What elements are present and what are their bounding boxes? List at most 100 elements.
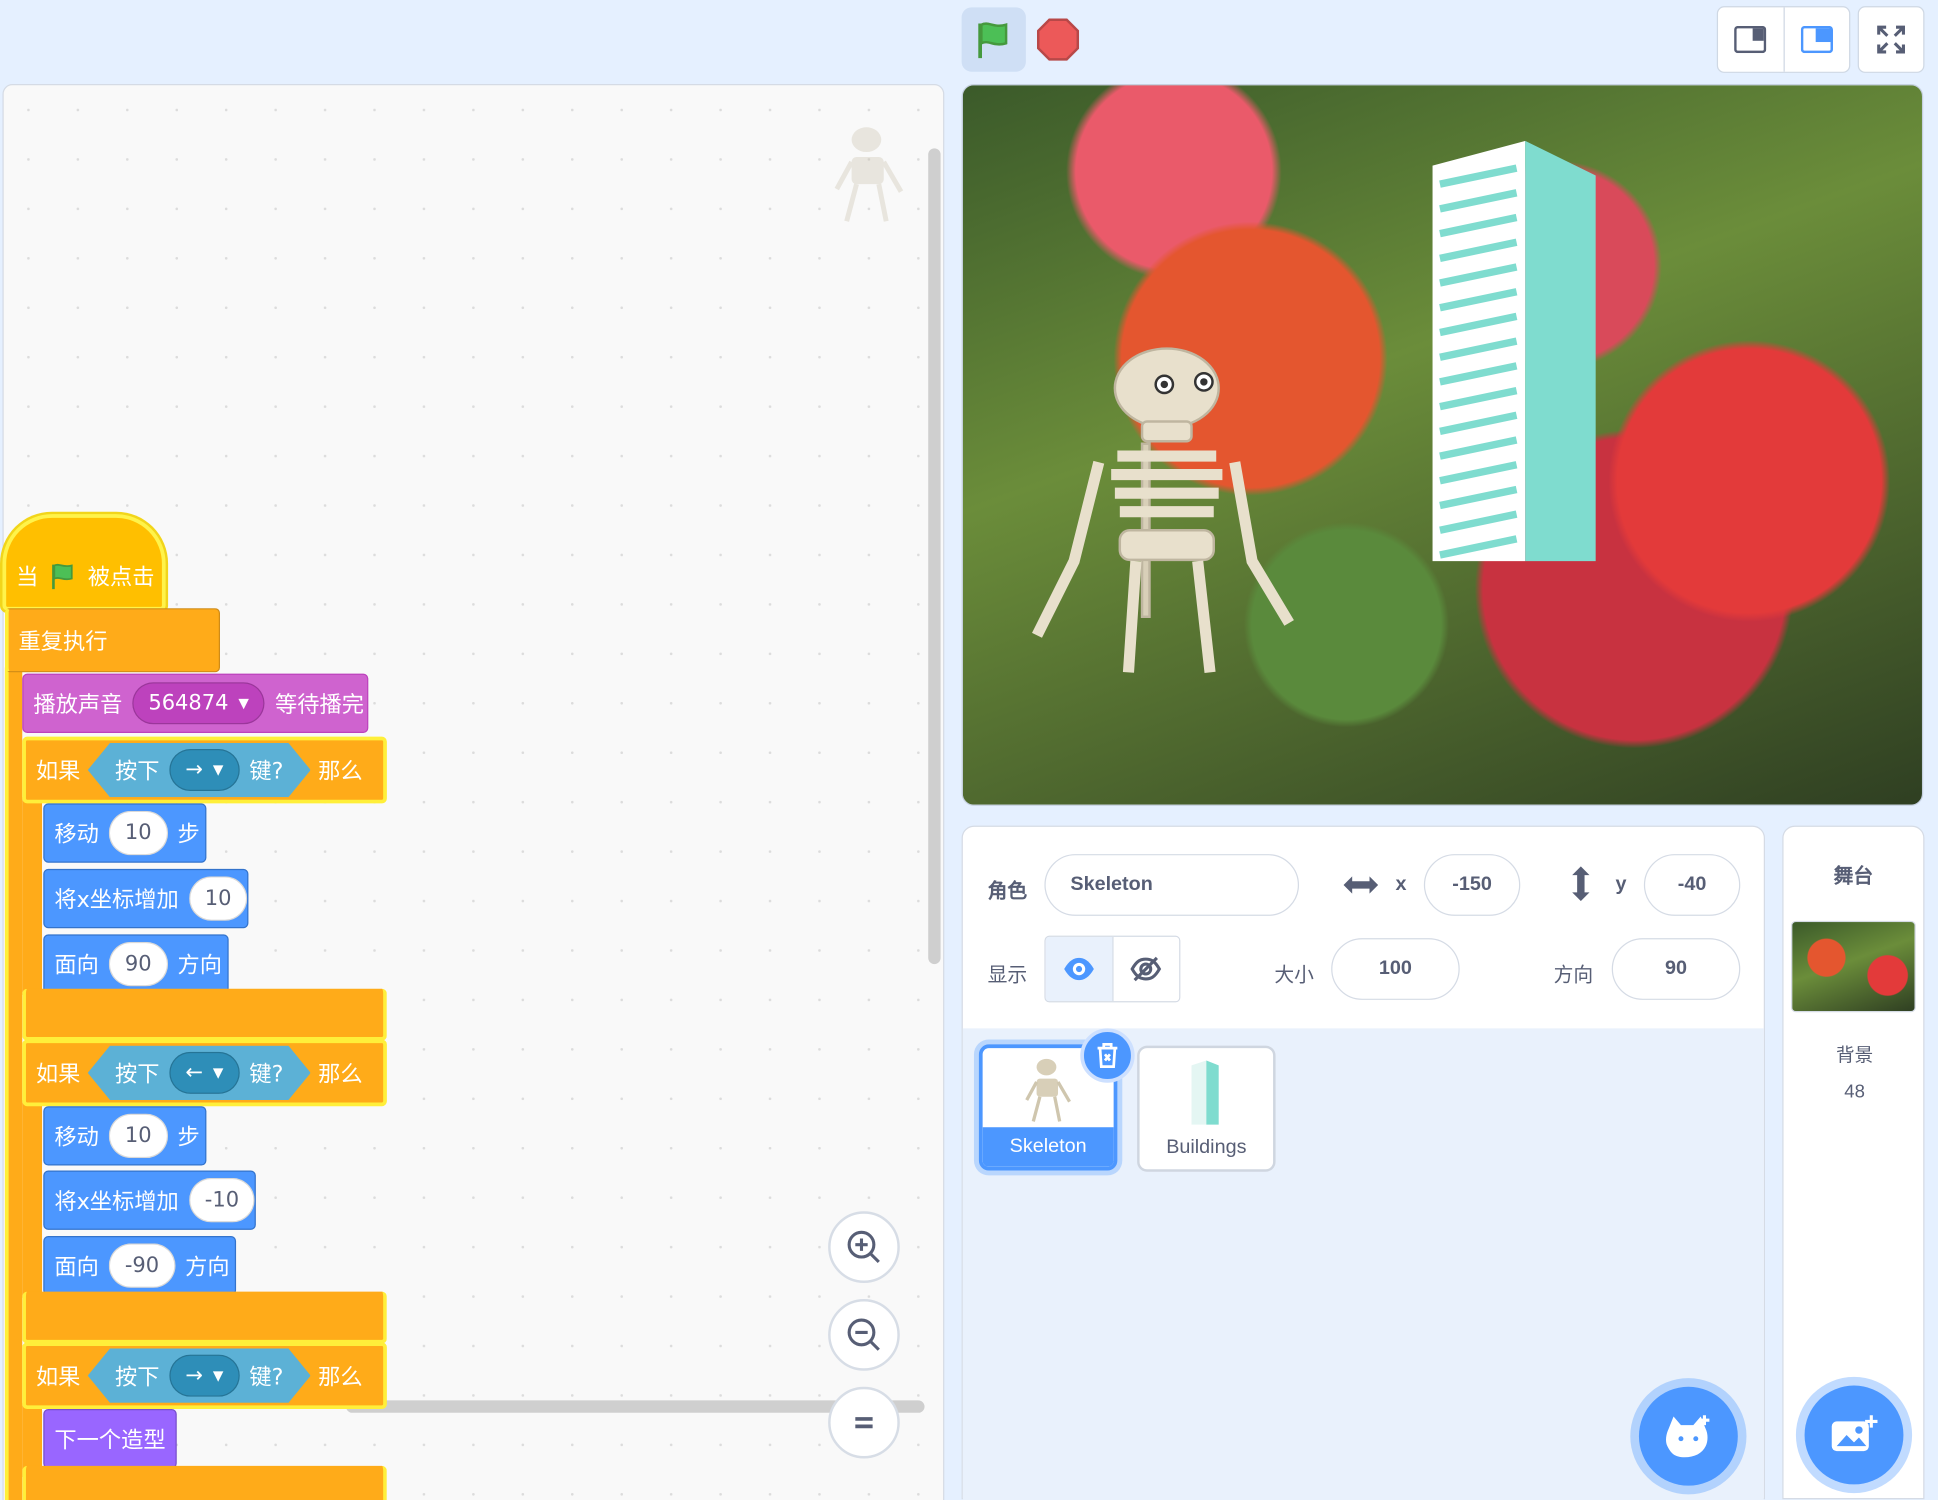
buildings-sprite[interactable]	[1432, 140, 1600, 567]
vertical-arrows-icon	[1572, 866, 1590, 902]
y-label: y	[1615, 873, 1627, 895]
size-input[interactable]: 100	[1331, 938, 1460, 1000]
eye-slash-icon	[1130, 956, 1162, 982]
point-label: 面向	[54, 952, 99, 979]
backdrop-thumbnail	[1790, 920, 1916, 1013]
direction-unit: 方向	[185, 1254, 230, 1281]
if-then-block[interactable]: 如果 按下 → ▾ 键? 那么	[22, 736, 387, 804]
image-plus-icon	[1831, 1415, 1878, 1452]
show-label: 显示	[987, 965, 1028, 987]
vertical-scrollbar[interactable]	[928, 148, 941, 965]
direction-unit: 方向	[177, 952, 223, 979]
play-sound-until-done-block[interactable]: 播放声音 564874 ▾ 等待播完	[22, 673, 369, 733]
then-label: 那么	[318, 1364, 363, 1391]
dropdown-arrow-icon: ▾	[238, 690, 249, 716]
sound-dropdown[interactable]: 564874 ▾	[132, 682, 266, 725]
zoom-reset-button[interactable]	[828, 1386, 900, 1459]
delete-sprite-button[interactable]	[1080, 1028, 1135, 1083]
key-suffix: 键?	[249, 1061, 284, 1088]
zoom-reset-icon	[855, 1417, 873, 1429]
steps-input[interactable]: 10	[108, 1113, 168, 1159]
stage-layout-toggle	[1716, 6, 1851, 73]
fullscreen-icon	[1877, 25, 1905, 54]
zoom-out-icon	[847, 1318, 880, 1351]
sprite-tile-buildings[interactable]: Buildings	[1137, 1045, 1276, 1172]
show-button[interactable]	[1045, 936, 1114, 1002]
sound-name: 564874	[148, 690, 229, 716]
stage-target-panel[interactable]: 舞台 背景 48	[1782, 825, 1925, 1500]
change-x-input[interactable]: -10	[188, 1177, 256, 1223]
next-costume-block[interactable]: 下一个造型	[43, 1409, 177, 1469]
key-dropdown[interactable]: ← ▾	[169, 1052, 239, 1094]
change-x-block[interactable]: 将x坐标增加 10	[43, 868, 249, 929]
then-label: 那么	[318, 758, 363, 785]
zoom-out-button[interactable]	[828, 1299, 900, 1371]
stop-button[interactable]	[1033, 12, 1082, 66]
small-stage-icon	[1734, 25, 1767, 54]
direction-input[interactable]: 90	[108, 941, 168, 987]
direction-input[interactable]: -90	[108, 1243, 176, 1288]
play-sound-suffix: 等待播完	[274, 692, 364, 719]
change-x-input[interactable]: 10	[188, 876, 248, 921]
choose-sprite-button[interactable]	[1638, 1386, 1738, 1486]
dropdown-arrow-icon: ▾	[212, 1060, 224, 1086]
y-input[interactable]: -40	[1643, 854, 1741, 916]
when-flag-clicked-block[interactable]: 当 被点击	[2, 514, 166, 611]
direction-input[interactable]: 90	[1611, 938, 1741, 1000]
key-pressed-label: 按下	[114, 758, 160, 785]
key-suffix: 键?	[249, 758, 284, 785]
steps-input[interactable]: 10	[108, 810, 168, 856]
if-then-block[interactable]: 如果 按下 → ▾ 键? 那么	[22, 1342, 387, 1410]
sprite-watermark-icon	[834, 127, 904, 222]
point-in-direction-block[interactable]: 面向 -90 方向	[43, 1236, 237, 1296]
fullscreen-button[interactable]	[1857, 6, 1925, 73]
hide-button[interactable]	[1113, 936, 1180, 1002]
key-pressed-block[interactable]: 按下 → ▾ 键?	[88, 1348, 311, 1402]
stop-icon	[1037, 18, 1080, 61]
normal-stage-button[interactable]	[1782, 7, 1849, 72]
normal-stage-icon	[1800, 25, 1833, 54]
change-x-block[interactable]: 将x坐标增加 -10	[43, 1170, 256, 1230]
move-steps-block[interactable]: 移动 10 步	[43, 803, 207, 863]
then-label: 那么	[318, 1061, 363, 1088]
key-name: ←	[185, 1060, 204, 1086]
green-flag-icon	[978, 22, 1008, 59]
key-dropdown[interactable]: → ▾	[169, 1355, 239, 1397]
if-label: 如果	[35, 1364, 81, 1391]
forever-block[interactable]: 重复执行	[4, 608, 221, 673]
if-then-block[interactable]: 如果 按下 ← ▾ 键? 那么	[22, 1039, 387, 1107]
zoom-in-icon	[847, 1230, 880, 1264]
sprite-name-input[interactable]: Skeleton	[1044, 854, 1300, 916]
key-pressed-block[interactable]: 按下 → ▾ 键?	[88, 743, 311, 797]
if-end-cap	[22, 1291, 387, 1344]
point-in-direction-block[interactable]: 面向 90 方向	[43, 934, 229, 994]
if-end-cap	[22, 1465, 387, 1500]
hat-when-label: 当	[16, 564, 39, 591]
point-label: 面向	[54, 1254, 99, 1281]
skeleton-sprite[interactable]	[1031, 345, 1303, 691]
key-pressed-block[interactable]: 按下 ← ▾ 键?	[88, 1046, 311, 1100]
sprite-name: Buildings	[1166, 1137, 1247, 1159]
direction-label: 方向	[1553, 965, 1594, 987]
key-dropdown[interactable]: → ▾	[169, 749, 239, 791]
steps-unit: 步	[177, 821, 200, 848]
green-flag-button[interactable]	[961, 7, 1026, 72]
horizontal-arrows-icon	[1343, 876, 1379, 894]
sprite-name-label: 角色	[987, 881, 1028, 903]
stage-title: 舞台	[1833, 866, 1874, 888]
backdrops-label: 背景	[1836, 1045, 1874, 1067]
key-suffix: 键?	[249, 1364, 284, 1391]
x-input[interactable]: -150	[1423, 854, 1521, 916]
sprite-list: Skeleton Buildings	[962, 1028, 1764, 1500]
dropdown-arrow-icon: ▾	[212, 1363, 224, 1389]
choose-backdrop-button[interactable]	[1804, 1385, 1904, 1485]
sprite-name: Skeleton	[982, 1127, 1114, 1167]
zoom-in-button[interactable]	[828, 1211, 900, 1283]
move-steps-block[interactable]: 移动 10 步	[43, 1106, 207, 1166]
small-stage-button[interactable]	[1718, 7, 1783, 71]
visibility-toggle	[1044, 935, 1181, 1003]
trash-icon	[1097, 1043, 1118, 1069]
eye-icon	[1063, 957, 1094, 981]
dropdown-arrow-icon: ▾	[212, 757, 224, 783]
stage-canvas[interactable]	[961, 84, 1924, 806]
